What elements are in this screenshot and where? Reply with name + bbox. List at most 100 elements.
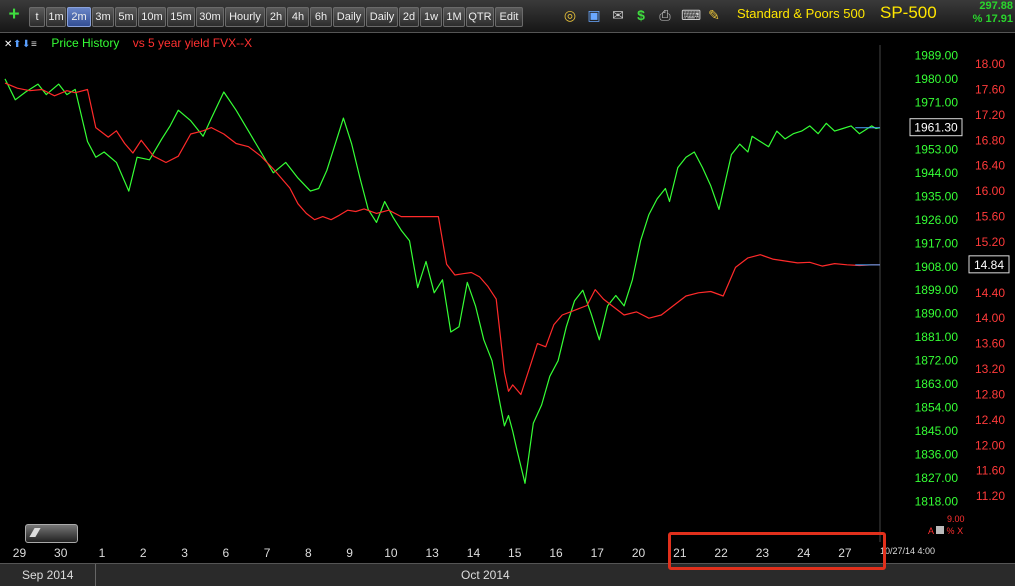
y-left-tick-label: 1926.00 bbox=[915, 213, 959, 227]
x-tick-label: 16 bbox=[549, 546, 563, 560]
y-right-tick-label: 15.60 bbox=[975, 210, 1005, 224]
x-tick-label: 7 bbox=[264, 546, 271, 560]
scroll-grip-icon bbox=[29, 528, 41, 537]
y-left-tick-label: 1953.00 bbox=[915, 142, 959, 156]
y-left-tick-label: 1971.00 bbox=[915, 95, 959, 109]
y-right-tick-label: 17.60 bbox=[975, 82, 1005, 96]
highlight-box bbox=[668, 532, 886, 570]
mail-icon[interactable]: ✉ bbox=[609, 6, 627, 24]
print-icon[interactable]: ⎙ bbox=[656, 6, 674, 24]
y-left-tick-label: 1827.00 bbox=[915, 471, 959, 485]
x-tick-label: 8 bbox=[305, 546, 312, 560]
x-tick-label: 14 bbox=[467, 546, 481, 560]
month-label-oct: Oct 2014 bbox=[461, 568, 510, 582]
pencil-icon[interactable]: ✎ bbox=[705, 6, 723, 24]
month-label-sep: Sep 2014 bbox=[22, 568, 74, 582]
interval-button-4[interactable]: 5m bbox=[115, 7, 137, 27]
y-right-tick-label: 13.20 bbox=[975, 362, 1005, 376]
chart-legend: ✕⬆⬇≡ Price History vs 5 year yield FVX--… bbox=[4, 36, 252, 50]
symbol-ticker[interactable]: SP-500 bbox=[880, 3, 937, 23]
y-left-tick-label: 1836.00 bbox=[915, 448, 959, 462]
chart-type-icon[interactable] bbox=[936, 526, 945, 534]
x-tick-label: 30 bbox=[54, 546, 68, 560]
y-right-tick-label: 12.00 bbox=[975, 438, 1005, 452]
scroll-thumb[interactable] bbox=[25, 524, 78, 543]
y-left-tick-label: 1944.00 bbox=[915, 166, 959, 180]
interval-button-13[interactable]: Daily bbox=[366, 7, 398, 27]
legend-price-history[interactable]: Price History bbox=[51, 36, 119, 50]
interval-button-16[interactable]: 1M bbox=[443, 7, 465, 27]
y-right-tick-label: 14.40 bbox=[975, 286, 1005, 300]
y-left-tick-label: 1881.00 bbox=[915, 330, 959, 344]
interval-button-15[interactable]: 1w bbox=[420, 7, 442, 27]
y-right-tick-label: 12.80 bbox=[975, 387, 1005, 401]
y-right-tick-label: 11.20 bbox=[976, 489, 1005, 503]
y-left-tick-label: 1863.00 bbox=[915, 377, 959, 391]
plus-icon[interactable]: + bbox=[5, 5, 23, 24]
change-readout: 297.88 % 17.91 bbox=[973, 0, 1013, 26]
dollar-icon[interactable]: $ bbox=[632, 6, 650, 24]
x-tick-label: 13 bbox=[426, 546, 440, 560]
y-left-tick-label: 1899.00 bbox=[915, 283, 959, 297]
y-left-tick-label: 1917.00 bbox=[915, 236, 959, 250]
x-tick-label: 9 bbox=[346, 546, 353, 560]
legend-yield[interactable]: vs 5 year yield FVX--X bbox=[133, 36, 252, 50]
last-yield-value: 14.84 bbox=[974, 258, 1004, 272]
y-right-tick-label: 16.00 bbox=[975, 184, 1005, 198]
y-right-tick-label: 15.20 bbox=[975, 235, 1005, 249]
interval-button-7[interactable]: 30m bbox=[196, 7, 224, 27]
y-right-tick-label: 17.20 bbox=[975, 108, 1005, 122]
y-right-tick-label: 14.00 bbox=[975, 311, 1005, 325]
interval-button-18[interactable]: Edit bbox=[495, 7, 523, 27]
interval-button-17[interactable]: QTR bbox=[466, 7, 494, 27]
y-left-tick-label: 1908.00 bbox=[915, 260, 959, 274]
volume-tag: A % X bbox=[928, 526, 963, 536]
x-tick-label: 15 bbox=[508, 546, 522, 560]
y-right-tick-label: 13.60 bbox=[975, 337, 1005, 351]
interval-button-5[interactable]: 10m bbox=[138, 7, 166, 27]
y-left-tick-label: 1872.00 bbox=[915, 354, 959, 368]
interval-button-8[interactable]: Hourly bbox=[225, 7, 265, 27]
interval-button-2[interactable]: 2m bbox=[67, 7, 91, 27]
lock-icon[interactable]: ◎ bbox=[561, 6, 579, 24]
y-right-tick-label: 16.40 bbox=[975, 159, 1005, 173]
y-right-tick-label: 11.60 bbox=[976, 464, 1005, 478]
percent-change: % 17.91 bbox=[972, 13, 1013, 25]
y-left-tick-label: 1935.00 bbox=[915, 189, 959, 203]
interval-button-6[interactable]: 15m bbox=[167, 7, 195, 27]
y-left-tick-label: 1818.00 bbox=[915, 495, 959, 509]
interval-button-11[interactable]: 6h bbox=[310, 7, 332, 27]
y-right-tick-label: 18.00 bbox=[975, 57, 1005, 71]
month-divider bbox=[95, 564, 96, 586]
toolbar: + t 1m 2m 3m 5m 10m 15m 30m Hourly 2h 4h 6h Daily Dai… bbox=[0, 0, 1015, 33]
plot-background bbox=[0, 32, 1015, 542]
x-tick-label: 1 bbox=[99, 546, 106, 560]
interval-button-9[interactable]: 2h bbox=[266, 7, 286, 27]
price-chart[interactable]: 1989.001980.001971.001962.001953.001944.… bbox=[0, 0, 1015, 585]
interval-button-1[interactable]: 1m bbox=[46, 7, 66, 27]
interval-button-14[interactable]: 2d bbox=[399, 7, 419, 27]
close-icon[interactable]: ✕ bbox=[4, 39, 13, 50]
y-right-tick-label: 16.80 bbox=[975, 133, 1005, 147]
datetime-readout: 10/27/14 4:00 bbox=[880, 546, 936, 556]
volume-tag-a: A bbox=[928, 526, 934, 536]
arrow-up-icon[interactable]: ⬆ bbox=[13, 39, 22, 50]
align-icon[interactable]: ≡ bbox=[31, 39, 40, 50]
last-price-value: 1961.30 bbox=[914, 121, 958, 135]
x-tick-label: 20 bbox=[632, 546, 646, 560]
interval-button-3[interactable]: 3m bbox=[92, 7, 114, 27]
interval-button-10[interactable]: 4h bbox=[287, 7, 309, 27]
save-icon[interactable]: ▣ bbox=[585, 6, 603, 24]
volume-value: 9.00 bbox=[947, 514, 965, 524]
x-tick-label: 29 bbox=[13, 546, 27, 560]
volume-tag-pct: % bbox=[946, 526, 955, 536]
arrow-down-icon[interactable]: ⬇ bbox=[22, 39, 31, 50]
x-tick-label: 3 bbox=[181, 546, 188, 560]
volume-tag-x[interactable]: X bbox=[957, 526, 963, 536]
y-left-tick-label: 1980.00 bbox=[915, 72, 959, 86]
x-tick-label: 10 bbox=[384, 546, 398, 560]
keyboard-icon[interactable]: ⌨ bbox=[681, 6, 701, 24]
interval-button-0[interactable]: t bbox=[29, 7, 45, 27]
interval-button-12[interactable]: Daily bbox=[333, 7, 365, 27]
symbol-description: Standard & Poors 500 bbox=[737, 6, 865, 21]
